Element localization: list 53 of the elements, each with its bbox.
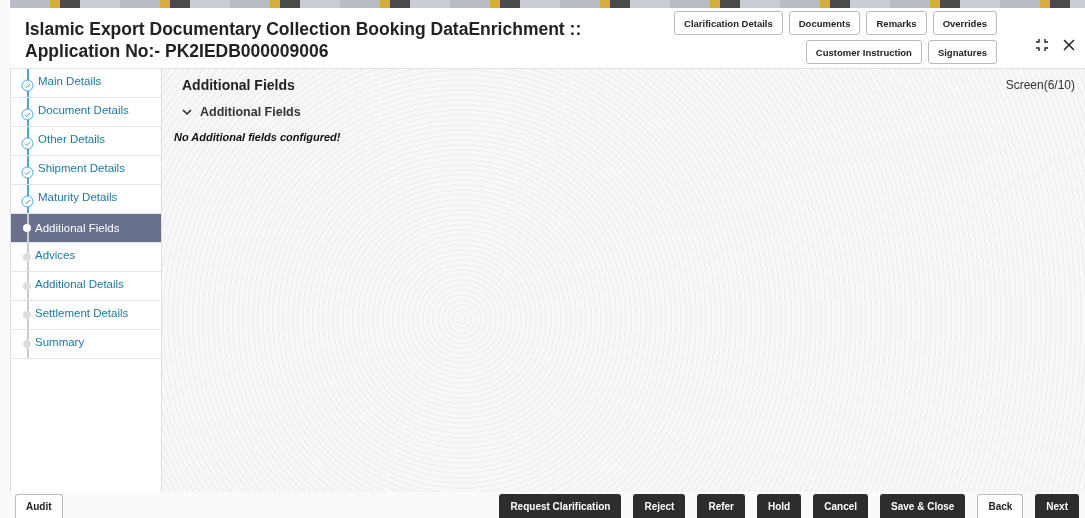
step-dot bbox=[23, 224, 31, 232]
step-label: Maturity Details bbox=[38, 190, 118, 203]
check-circle-icon bbox=[21, 107, 34, 121]
step-label: Summary bbox=[35, 335, 85, 348]
step-item[interactable]: Settlement Details bbox=[11, 301, 161, 330]
application-number: Application No:- PK2IEDB000009006 bbox=[25, 40, 330, 62]
check-circle-icon bbox=[21, 78, 34, 92]
step-item[interactable]: Additional Details bbox=[11, 272, 161, 301]
empty-message: No Additional fields configured! bbox=[174, 131, 342, 143]
section-title: Additional Fields bbox=[182, 77, 295, 93]
step-label: Advices bbox=[35, 248, 76, 261]
step-item[interactable]: Shipment Details bbox=[11, 156, 161, 185]
step-label: Shipment Details bbox=[38, 161, 125, 174]
step-label: Settlement Details bbox=[35, 306, 129, 319]
step-dot bbox=[23, 253, 31, 261]
step-item[interactable]: Main Details bbox=[11, 69, 161, 98]
step-item[interactable]: Additional Fields bbox=[11, 214, 161, 243]
step-label: Additional Fields bbox=[35, 222, 120, 234]
minimize-icon[interactable] bbox=[1035, 38, 1049, 52]
step-dot bbox=[23, 282, 31, 290]
step-dot bbox=[23, 311, 31, 319]
check-circle-icon bbox=[21, 194, 34, 208]
footer-button[interactable]: Back bbox=[977, 494, 1024, 518]
step-dot bbox=[23, 340, 31, 348]
footer-button[interactable]: Refer bbox=[697, 494, 745, 518]
header-button[interactable]: Documents bbox=[788, 11, 861, 35]
step-item[interactable]: Other Details bbox=[11, 127, 161, 156]
step-label: Main Details bbox=[38, 74, 102, 87]
footer-button[interactable]: Next bbox=[1035, 494, 1079, 518]
window-title: Islamic Export Documentary Collection Booking DataEnrichment :: bbox=[25, 18, 583, 40]
step-label: Additional Details bbox=[35, 277, 124, 290]
header-button[interactable]: Customer Instruction bbox=[805, 40, 922, 64]
footer-button[interactable]: Reject bbox=[633, 494, 686, 518]
collapsible-section-header[interactable]: Additional Fields bbox=[182, 105, 301, 119]
header-button[interactable]: Clarification Details bbox=[674, 11, 783, 35]
footer-button[interactable]: Request Clarification bbox=[499, 494, 622, 518]
check-circle-icon bbox=[21, 165, 34, 179]
step-label: Document Details bbox=[38, 103, 129, 116]
header-button[interactable]: Overrides bbox=[932, 11, 997, 35]
footer-button[interactable]: Hold bbox=[757, 494, 802, 518]
header-button[interactable]: Signatures bbox=[927, 40, 997, 64]
close-icon[interactable] bbox=[1063, 39, 1075, 51]
step-label: Other Details bbox=[38, 132, 106, 145]
footer-button[interactable]: Cancel bbox=[813, 494, 869, 518]
header-button[interactable]: Remarks bbox=[866, 11, 927, 35]
chevron-icon bbox=[182, 107, 192, 117]
footer-button[interactable]: Audit bbox=[15, 494, 63, 518]
check-circle-icon bbox=[21, 136, 34, 150]
step-item[interactable]: Summary bbox=[11, 330, 161, 359]
screen-counter: Screen(6/10) bbox=[1005, 78, 1075, 92]
step-item[interactable]: Document Details bbox=[11, 98, 161, 127]
step-item[interactable]: Advices bbox=[11, 243, 161, 272]
footer-button[interactable]: Save & Close bbox=[880, 494, 966, 518]
